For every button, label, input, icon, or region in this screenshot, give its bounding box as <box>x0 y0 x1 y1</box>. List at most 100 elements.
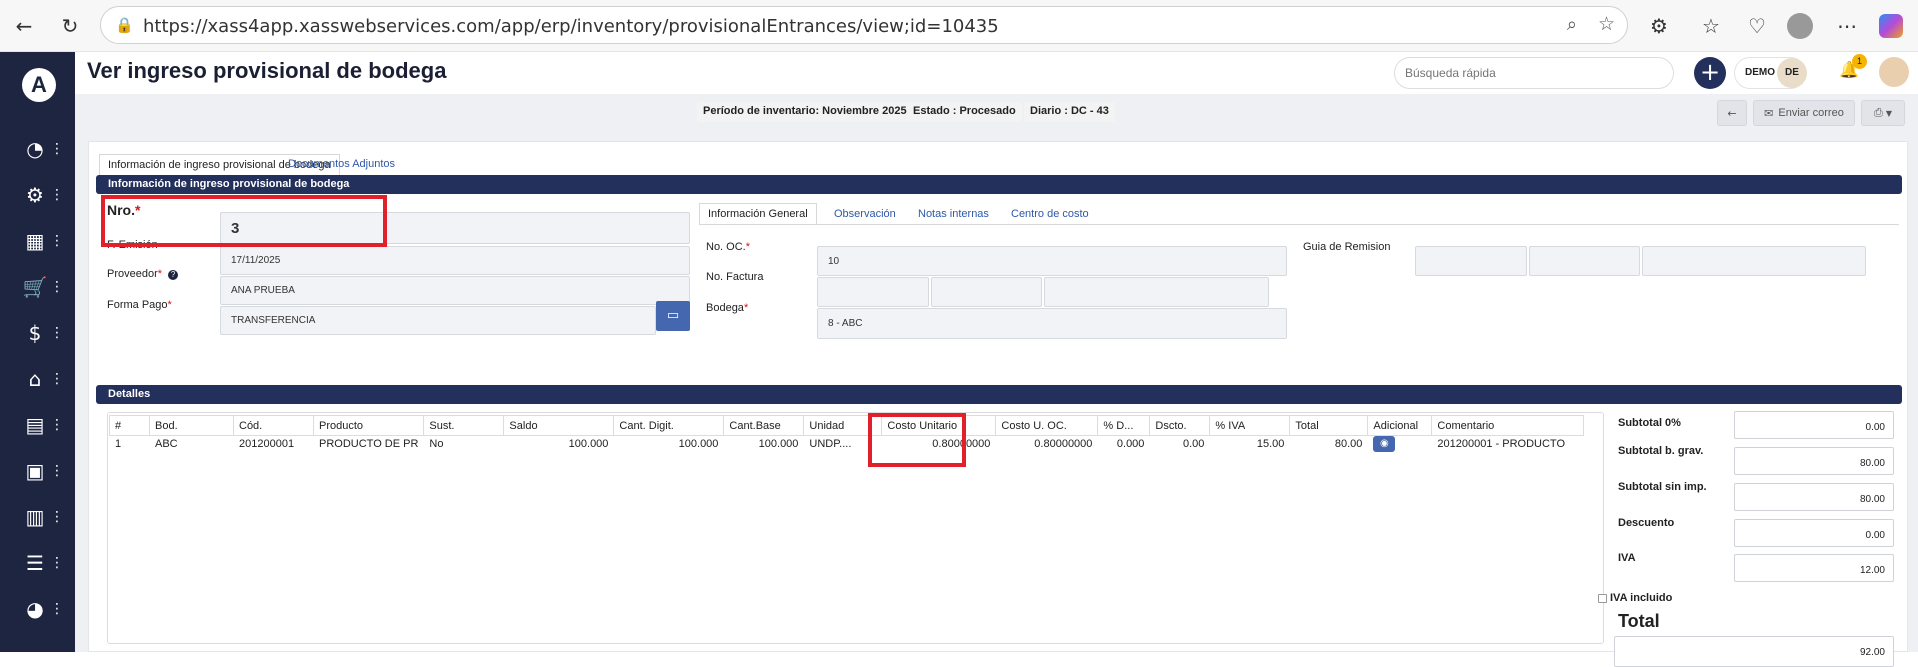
col-header-pct-desc[interactable]: % D... <box>1097 415 1151 436</box>
subtotal0-field[interactable]: 0.00 <box>1734 411 1894 439</box>
cell-saldo: 100.000 <box>568 438 609 451</box>
reload-icon[interactable]: ↻ <box>56 12 84 40</box>
quick-search-input[interactable] <box>1394 57 1674 89</box>
iva-field[interactable]: 12.00 <box>1734 554 1894 582</box>
col-header-bod[interactable]: Bod. <box>149 415 234 436</box>
pie-chart-icon: ◕ <box>26 597 44 621</box>
descuento-field[interactable]: 0.00 <box>1734 519 1894 547</box>
eye-icon[interactable]: ◉ <box>1373 436 1396 453</box>
guia-part-3-field[interactable] <box>1642 246 1866 276</box>
app-logo-icon[interactable]: A <box>22 68 56 102</box>
subtotal-grav-field[interactable]: 80.00 <box>1734 447 1894 475</box>
tab-attachments[interactable]: Documentos Adjuntos <box>288 158 395 170</box>
total-label: Total <box>1618 611 1660 631</box>
address-bar[interactable]: 🔒 https://xass4app.xasswebservices.com/a… <box>100 6 1628 44</box>
sidebar-item-reports[interactable]: ◕ ⋮ <box>20 594 64 624</box>
col-header-saldo[interactable]: Saldo <box>503 415 615 436</box>
subtotal-sin-imp-label: Subtotal sin imp. <box>1618 481 1707 493</box>
extensions-icon[interactable]: ⚙ <box>1645 12 1673 40</box>
sidebar-item-settings[interactable]: ⚙ ⋮ <box>20 180 64 210</box>
sidebar-item-pos[interactable]: ▤ ⋮ <box>20 410 64 440</box>
sidebar-item-accounting[interactable]: ▦ ⋮ <box>20 226 64 256</box>
favorites-icon[interactable]: ☆ <box>1697 12 1725 40</box>
more-options-icon[interactable]: ⋯ <box>1833 12 1861 40</box>
payment-card-icon[interactable]: ▭ <box>656 301 690 331</box>
user-menu[interactable]: DEMO DE <box>1734 57 1807 89</box>
copilot-icon[interactable] <box>1877 12 1905 40</box>
factura-part-2-field[interactable] <box>931 277 1042 307</box>
bodega-field[interactable]: 8 - ABC <box>817 308 1287 339</box>
col-header-costo-u-oc[interactable]: Costo U. OC. <box>995 415 1099 436</box>
back-button[interactable]: ← <box>1717 100 1747 126</box>
details-section-bar: Detalles <box>96 385 1902 404</box>
forma-pago-label: Forma Pago* <box>107 299 172 311</box>
more-dots-icon: ⋮ <box>50 509 64 525</box>
iva-incluido-checkbox[interactable] <box>1598 594 1607 603</box>
tab-cost-center[interactable]: Centro de costo <box>1011 208 1089 220</box>
tab-observation[interactable]: Observación <box>834 208 896 220</box>
tab-general-info[interactable]: Información General <box>699 203 817 224</box>
col-header-cod[interactable]: Cód. <box>233 415 314 436</box>
speedometer-icon: ◔ <box>26 137 44 161</box>
col-header-total[interactable]: Total <box>1289 415 1369 436</box>
cash-register-icon: ▤ <box>25 413 45 437</box>
zoom-icon[interactable]: ⌕ <box>1567 14 1577 35</box>
more-dots-icon: ⋮ <box>50 187 64 203</box>
col-header-cant-base[interactable]: Cant.Base <box>723 415 805 436</box>
avatar[interactable] <box>1879 57 1909 87</box>
sidebar-item-store[interactable]: ⌂ ⋮ <box>20 364 64 394</box>
nro-field[interactable]: 3 <box>220 212 690 244</box>
col-header-pct-iva[interactable]: % IVA <box>1209 415 1291 436</box>
table-row[interactable]: 1 ABC 201200001 PRODUCTO DE PR No 100.00… <box>110 436 1584 453</box>
guia-part-1-field[interactable] <box>1415 246 1527 276</box>
factura-part-1-field[interactable] <box>817 277 929 307</box>
help-icon[interactable]: ? <box>168 270 179 280</box>
page-title: Ver ingreso provisional de bodega <box>87 58 447 83</box>
calculator-icon: ▦ <box>25 229 45 253</box>
subtotal-sin-imp-field[interactable]: 80.00 <box>1734 483 1894 511</box>
back-arrow-icon[interactable]: ← <box>10 12 38 40</box>
col-header-dscto[interactable]: Dscto. <box>1149 415 1211 436</box>
sidebar-item-purchases[interactable]: 🛒 ⋮ <box>20 272 64 302</box>
sidebar-item-inventory[interactable]: ▣ ⋮ <box>20 456 64 486</box>
sidebar-item-receipts[interactable]: ☰ ⋮ <box>20 548 64 578</box>
col-header-comentario[interactable]: Comentario <box>1431 415 1585 436</box>
browser-toolbar: ← ↻ 🔒 https://xass4app.xasswebservices.c… <box>0 0 1918 52</box>
iva-incluido-label: IVA incluido <box>1610 592 1673 604</box>
add-button[interactable]: + <box>1694 57 1726 89</box>
cell-costo-unitario: 0.80000000 <box>932 438 991 451</box>
guia-part-2-field[interactable] <box>1529 246 1640 276</box>
emision-field[interactable]: 17/11/2025 <box>220 246 690 275</box>
sidebar-item-dashboard[interactable]: ◔ ⋮ <box>20 134 64 164</box>
main-content: Período de inventario: Noviembre 2025 Es… <box>75 94 1918 667</box>
factura-part-3-field[interactable] <box>1044 277 1269 307</box>
receipt-icon: ☰ <box>26 551 44 575</box>
cell-pct-desc: 0.000 <box>1116 438 1145 451</box>
proveedor-field[interactable]: ANA PRUEBA <box>220 276 690 305</box>
store-icon: ⌂ <box>28 367 42 391</box>
no-oc-field[interactable]: 10 <box>817 246 1287 276</box>
favorite-star-icon[interactable]: ☆ <box>1598 13 1615 35</box>
profile-icon[interactable] <box>1786 12 1814 40</box>
forma-pago-field[interactable]: TRANSFERENCIA <box>220 306 656 335</box>
sidebar: A ◔ ⋮ ⚙ ⋮ ▦ ⋮ 🛒 ⋮ $ ⋮ ⌂ ⋮ ▤ ⋮ ▣ ⋮ ▥ ⋮ ☰ ⋮ ◕ ⋮ <box>0 52 75 652</box>
col-header-adicional[interactable]: Adicional <box>1367 415 1433 436</box>
col-header-num[interactable]: # <box>109 415 150 436</box>
sidebar-item-payments[interactable]: $ ⋮ <box>20 318 64 348</box>
more-dots-icon: ⋮ <box>50 279 64 295</box>
print-button[interactable]: ⎙ ▼ <box>1861 100 1905 126</box>
send-email-button[interactable]: ✉ Enviar correo <box>1753 100 1855 126</box>
gear-icon: ⚙ <box>26 183 44 207</box>
no-factura-label: No. Factura <box>706 271 764 283</box>
sidebar-item-company[interactable]: ▥ ⋮ <box>20 502 64 532</box>
col-header-sust[interactable]: Sust. <box>423 415 505 436</box>
tab-internal-notes[interactable]: Notas internas <box>918 208 989 220</box>
col-header-producto[interactable]: Producto <box>312 415 425 436</box>
col-header-costo-unitario[interactable]: Costo Unitario <box>881 415 997 436</box>
col-header-cant-digit[interactable]: Cant. Digit. <box>613 415 725 436</box>
col-header-unidad[interactable]: Unidad <box>803 415 883 436</box>
money-icon: $ <box>28 321 42 345</box>
site-info-icon[interactable]: 🔒 <box>115 16 134 34</box>
cell-cant-base: 100.000 <box>758 438 799 451</box>
health-icon[interactable]: ♡ <box>1743 12 1771 40</box>
